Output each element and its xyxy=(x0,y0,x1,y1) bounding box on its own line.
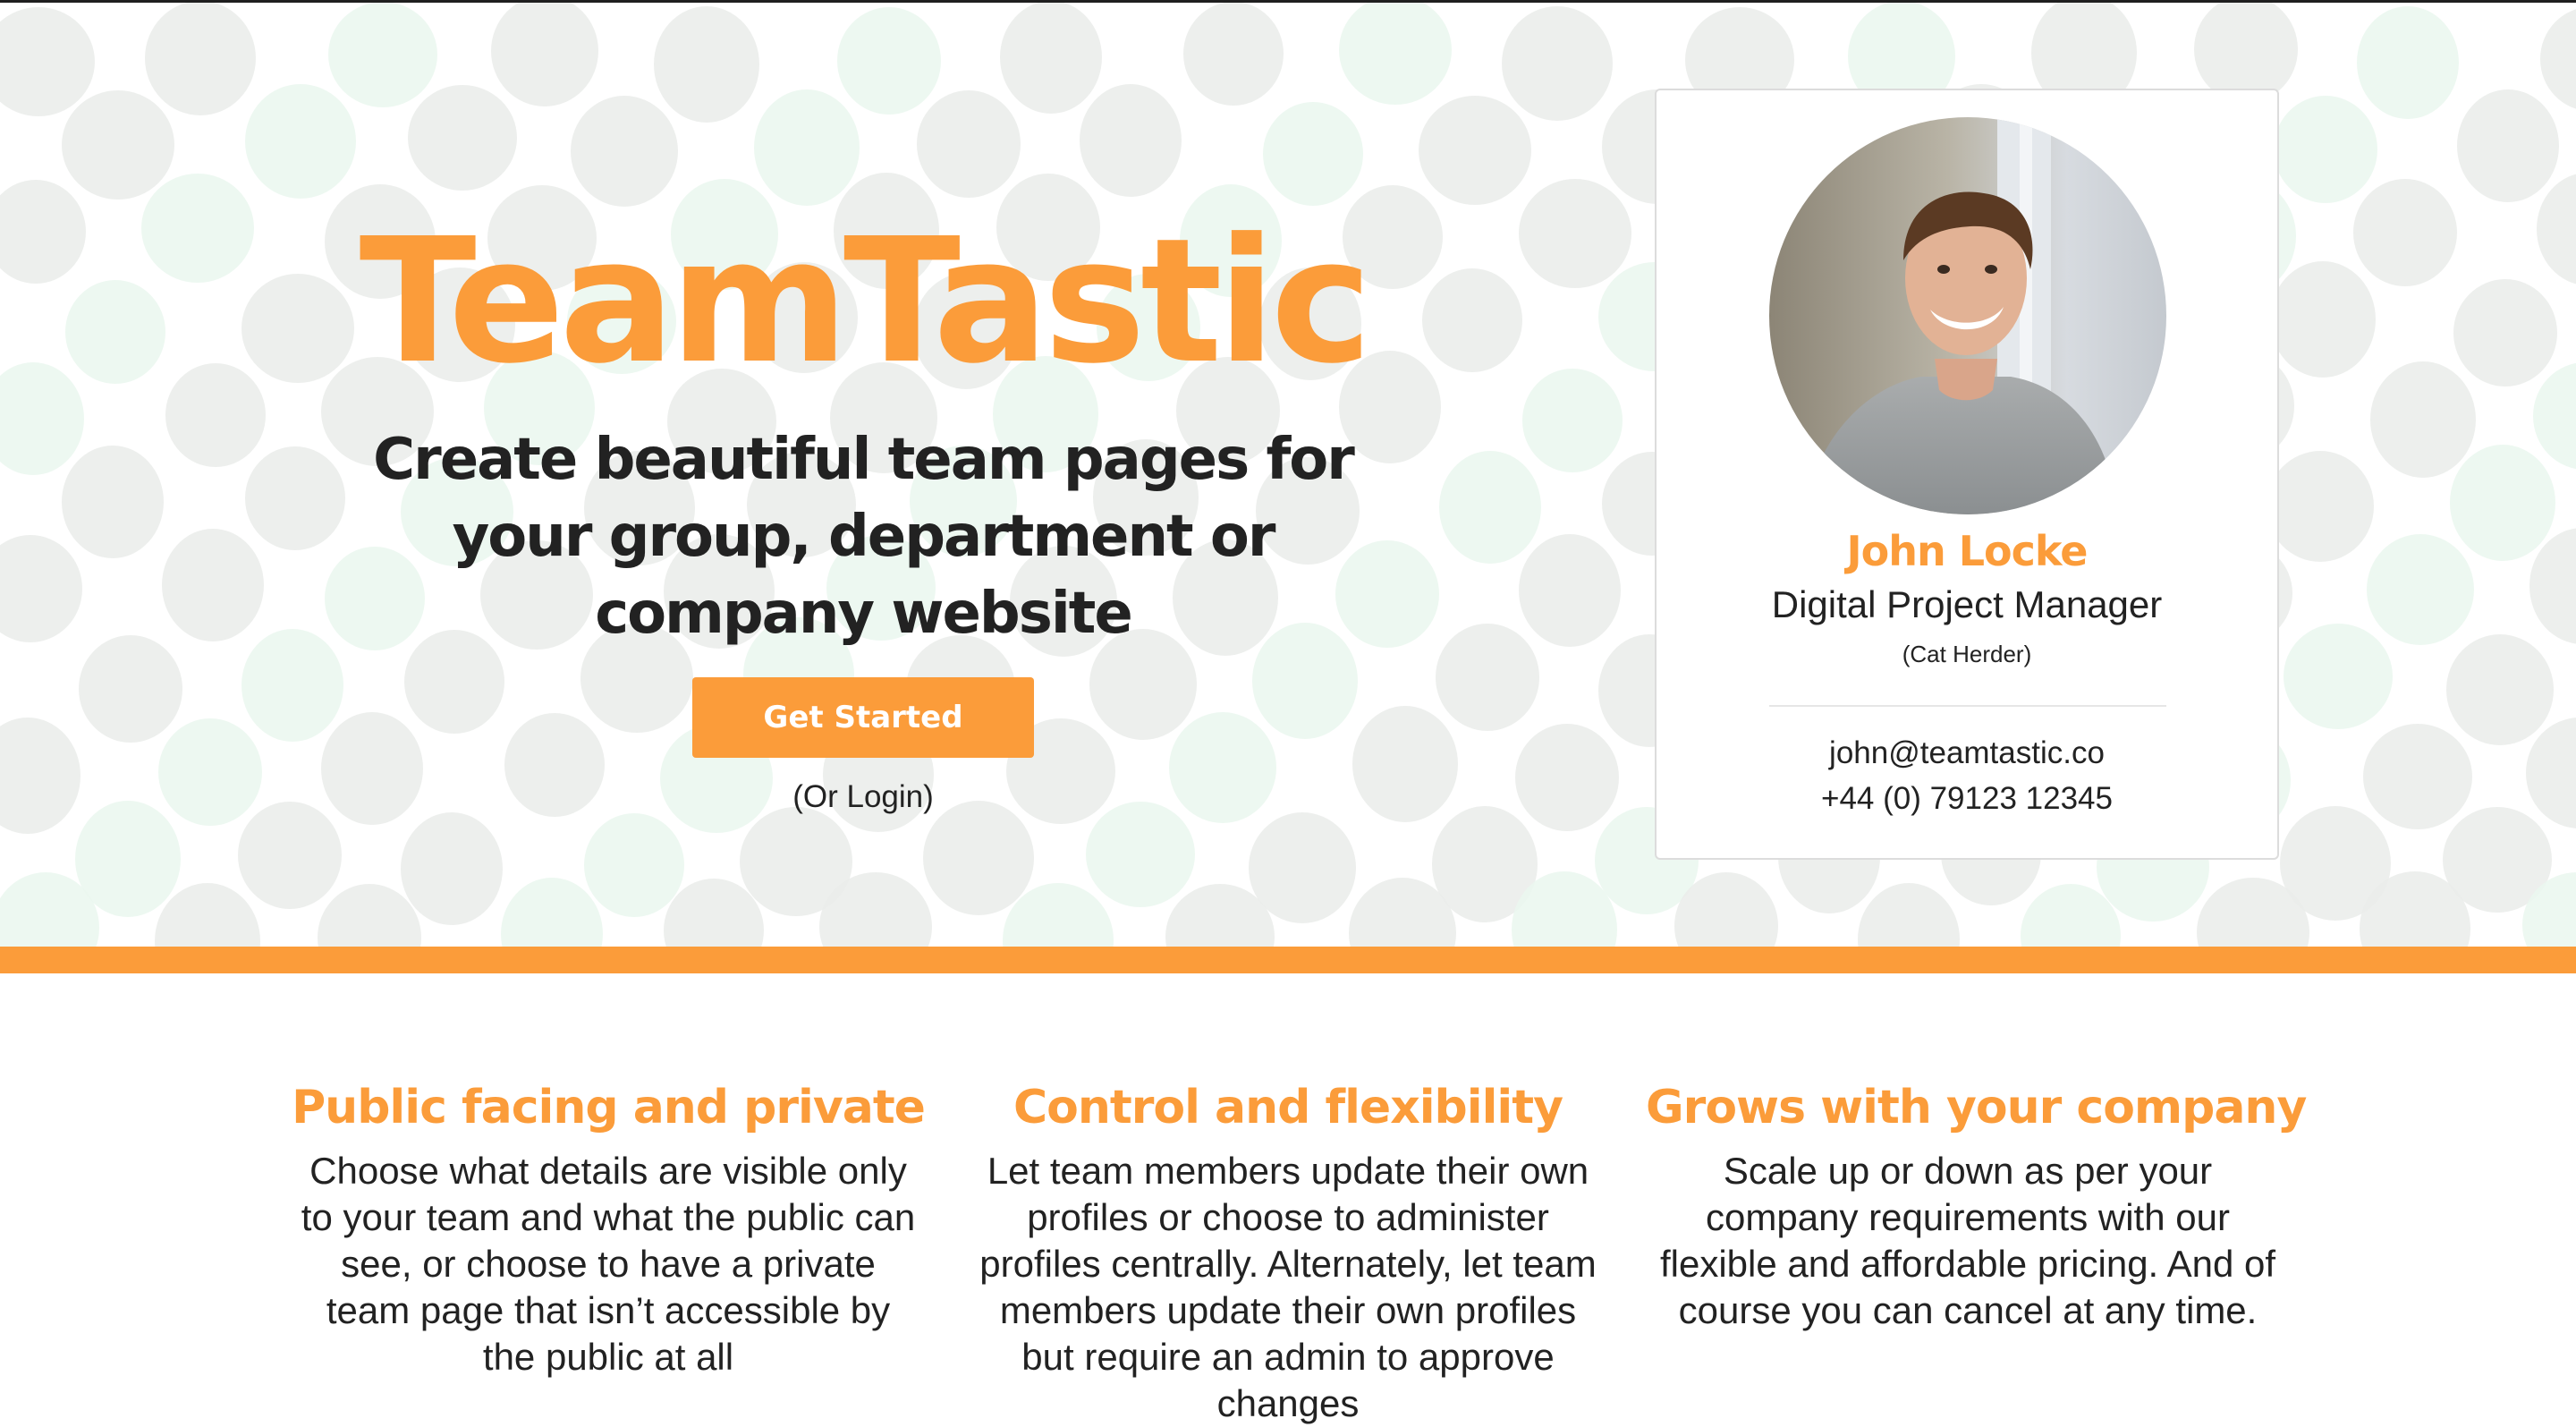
feature-title: Control and flexibility xyxy=(1013,1081,1563,1134)
person-photo-icon xyxy=(1769,117,2166,514)
profile-phone: +44 (0) 79123 12345 xyxy=(1821,781,2113,816)
feature-title: Public facing and private xyxy=(292,1081,926,1134)
accent-band xyxy=(0,947,2576,973)
profile-role: Digital Project Manager xyxy=(1771,583,2163,625)
sample-profile-card: John Locke Digital Project Manager (Cat … xyxy=(1655,89,2279,860)
feature-public-private: Public facing and private Choose what de… xyxy=(286,1076,930,1380)
hero-section: TeamTastic Create beautiful team pages f… xyxy=(0,3,2576,948)
feature-control-flexibility: Control and flexibility Let team members… xyxy=(966,1076,1610,1427)
brand-title: TeamTastic xyxy=(359,202,1373,402)
profile-name: John Locke xyxy=(1846,527,2089,575)
feature-grows-with-company: Grows with your company Scale up or down… xyxy=(1646,1076,2307,1334)
avatar xyxy=(1769,117,2166,514)
feature-description: Let team members update their own profil… xyxy=(979,1150,1597,1424)
profile-divider xyxy=(1769,705,2166,707)
profile-email: john@teamtastic.co xyxy=(1829,735,2105,770)
feature-title: Grows with your company xyxy=(1646,1081,2307,1134)
hero-content: TeamTastic Create beautiful team pages f… xyxy=(322,202,1404,815)
profile-nickname: (Cat Herder) xyxy=(1902,641,2032,667)
get-started-button[interactable]: Get Started xyxy=(692,677,1034,758)
hero-tagline: Create beautiful team pages for your gro… xyxy=(373,427,1355,647)
features-section: Public facing and private Choose what de… xyxy=(0,973,2576,1424)
feature-description: Scale up or down as per your company req… xyxy=(1659,1150,2276,1331)
login-link[interactable]: (Or Login) xyxy=(322,779,1404,815)
feature-description: Choose what details are visible only to … xyxy=(301,1150,916,1378)
